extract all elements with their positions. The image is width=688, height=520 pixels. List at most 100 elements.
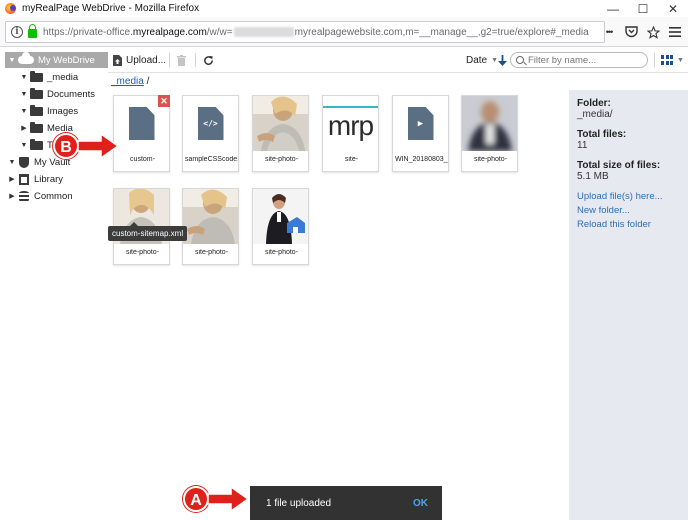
upload-button[interactable]: Upload... (113, 52, 166, 68)
refresh-button[interactable] (203, 52, 214, 68)
file-name: WIN_20180803_1 (395, 156, 448, 163)
tree-item-ty[interactable]: ▼ Ty (20, 137, 57, 153)
hamburger-menu-icon[interactable] (666, 23, 684, 41)
file-tile[interactable]: </> sampleCSScode.c (182, 95, 239, 172)
folder-icon (30, 87, 43, 99)
file-tile[interactable]: site-photo- (182, 188, 239, 265)
file-name: site- (344, 156, 359, 163)
upload-snackbar: 1 file uploaded OK (250, 486, 442, 520)
file-tile[interactable]: site-photo- (252, 188, 309, 265)
arrow-down-icon (498, 54, 507, 66)
file-thumbnail (183, 189, 238, 244)
file-name-tooltip: custom-sitemap.xml (108, 222, 188, 241)
filter-input[interactable] (528, 54, 643, 66)
folder-details-panel: Folder: _media/ Total files: 11 Total si… (569, 90, 688, 520)
businesswoman-photo-image (253, 189, 308, 244)
tree-item-my-webdrive[interactable]: ▼ My WebDrive (5, 52, 108, 68)
webdrive-app: ▼ My WebDrive ▼ _media ▼ Documents ▼ Ima… (0, 47, 688, 520)
chevron-down-icon[interactable]: ▼ (20, 91, 28, 98)
tree-item-label: Library (34, 173, 64, 185)
tree-item-label: My WebDrive (38, 54, 95, 66)
page-actions-icon[interactable]: ••• (600, 23, 618, 41)
woman-photo-image (183, 189, 238, 244)
file-tile[interactable]: ✕ custom- (113, 95, 170, 172)
file-tile[interactable]: site-photo- (252, 95, 309, 172)
chevron-right-icon[interactable]: ▶ (8, 192, 16, 200)
site-info-icon[interactable]: i (11, 26, 23, 38)
delete-button[interactable] (177, 52, 186, 68)
url-bar[interactable]: i https://private-office. myrealpage.com… (5, 21, 605, 43)
tree-item-label: Media (47, 122, 73, 134)
sort-direction-button[interactable] (498, 52, 507, 68)
file-tile[interactable]: mrp site- (322, 95, 379, 172)
firefox-logo-icon (5, 3, 16, 14)
file-name: custom- (130, 156, 155, 163)
chevron-down-icon[interactable]: ▼ (8, 159, 16, 166)
file-tile[interactable]: site-photo- (461, 95, 518, 172)
filter-search-box[interactable] (510, 52, 648, 68)
database-icon (19, 190, 29, 202)
tree-item-label: _media (47, 71, 79, 83)
chevron-down-icon[interactable]: ▼ (20, 74, 28, 81)
annotation-b: B (53, 133, 119, 159)
close-window-button[interactable]: ✕ (658, 0, 688, 17)
chevron-right-icon[interactable]: ▶ (8, 175, 16, 183)
refresh-icon (204, 55, 213, 65)
tree-item-label: Common (34, 190, 73, 202)
toolbar-divider (654, 53, 655, 67)
red-arrow-right-icon (77, 133, 119, 159)
breadcrumb-media-link[interactable]: _media (111, 76, 144, 87)
upload-label: Upload... (126, 54, 167, 66)
window-controls: — ☐ ✕ (598, 0, 688, 17)
upload-file-icon (113, 54, 122, 66)
tree-item-common[interactable]: ▶ Common (8, 188, 73, 204)
toolbar-divider (195, 53, 196, 67)
snackbar-message: 1 file uploaded (266, 497, 332, 509)
view-mode-button[interactable]: ▼ (661, 52, 684, 68)
url-text[interactable]: https://private-office. myrealpage.com /… (43, 27, 589, 38)
snackbar-ok-button[interactable]: OK (413, 498, 428, 509)
chevron-right-icon[interactable]: ▶ (20, 124, 28, 132)
file-thumbnail (253, 189, 308, 244)
document-icon (128, 107, 155, 140)
breadcrumb-separator: / (146, 76, 150, 87)
file-thumbnail (462, 96, 517, 151)
tree-item-media-folder[interactable]: ▼ _media (20, 69, 78, 85)
new-folder-link[interactable]: New folder... (577, 205, 680, 216)
tree-item-images[interactable]: ▼ Images (20, 103, 78, 119)
tree-item-label: Images (47, 105, 79, 117)
upload-here-link[interactable]: Upload file(s) here... (577, 191, 680, 202)
blurred-photo-image (462, 96, 517, 151)
tree-item-documents[interactable]: ▼ Documents (20, 86, 95, 102)
url-middle: /w/w= (206, 26, 233, 38)
total-files-value: 11 (577, 140, 588, 151)
chevron-down-icon[interactable]: ▼ (20, 142, 28, 149)
chevron-down-icon[interactable]: ▼ (20, 108, 28, 115)
folder-icon (30, 138, 43, 150)
woman-photo-image (253, 96, 308, 151)
tree-item-library[interactable]: ▶ Library (8, 171, 63, 187)
library-icon (19, 173, 29, 185)
file-tile[interactable]: ▶ WIN_20180803_1 (392, 95, 449, 172)
file-name: site-photo- (194, 249, 229, 256)
sort-dropdown[interactable]: Date ▼ (466, 52, 498, 68)
red-arrow-right-icon (207, 486, 249, 512)
url-prefix: https://private-office. (43, 26, 133, 38)
bookmark-star-icon[interactable] (644, 23, 662, 41)
file-name: site-photo- (264, 249, 299, 256)
minimize-button[interactable]: — (598, 0, 628, 17)
file-name: site-photo- (125, 249, 160, 256)
pocket-icon[interactable] (622, 23, 640, 41)
file-name: sampleCSScode.c (185, 156, 238, 163)
file-name: site-photo- (264, 156, 299, 163)
lock-icon[interactable] (28, 24, 37, 38)
chevron-down-icon[interactable]: ▼ (8, 57, 16, 64)
total-size-value: 5.1 MB (577, 171, 609, 182)
file-thumbnail (253, 96, 308, 151)
delete-file-icon[interactable]: ✕ (158, 95, 170, 107)
file-thumbnail: mrp (323, 96, 378, 151)
reload-folder-link[interactable]: Reload this folder (577, 219, 680, 230)
folder-icon (30, 104, 43, 116)
url-redacted (233, 27, 294, 37)
maximize-button[interactable]: ☐ (628, 0, 658, 17)
